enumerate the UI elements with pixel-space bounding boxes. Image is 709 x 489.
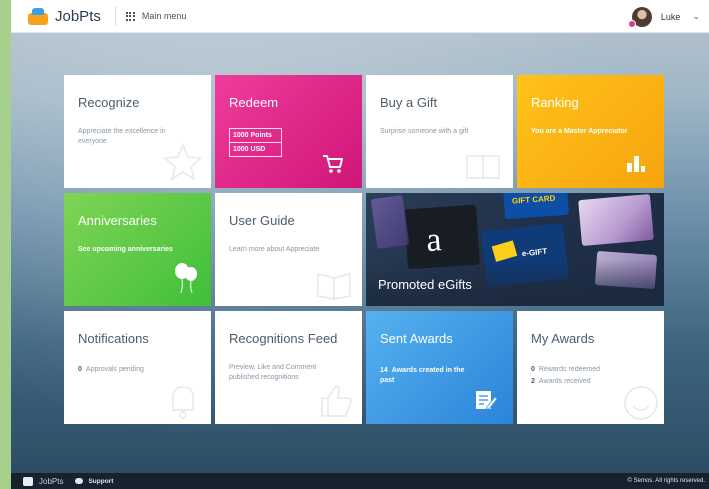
tile-description: Preview, Like and Comment published reco… bbox=[229, 364, 317, 381]
tile-promoted-egifts[interactable]: a e-GIFT GIFT CARD Promoted eGifts bbox=[366, 193, 664, 306]
user-menu[interactable]: Luke ⌄ bbox=[627, 0, 700, 33]
cart-icon bbox=[323, 155, 343, 173]
footer: JobPts Support © Semos. All rights reser… bbox=[11, 473, 709, 489]
tile-title: Recognitions Feed bbox=[229, 331, 338, 346]
thumbs-up-icon bbox=[321, 385, 352, 417]
approvals-count: 0 bbox=[78, 366, 82, 373]
tile-title: Buy a Gift bbox=[380, 95, 438, 110]
awards-received: 2 Awards received bbox=[531, 378, 591, 385]
tile-description: Learn more about Appreciate bbox=[229, 246, 320, 253]
footer-app-name: JobPts bbox=[39, 476, 64, 486]
chevron-down-icon[interactable]: ⌄ bbox=[692, 11, 700, 22]
tile-title: Ranking bbox=[531, 95, 579, 110]
bell-icon bbox=[172, 386, 194, 419]
grid-menu-icon bbox=[125, 11, 135, 21]
redeem-balance: 1000 Points 1000 USD bbox=[229, 128, 282, 157]
star-icon bbox=[163, 143, 203, 181]
tile-sent-awards[interactable]: Sent Awards 14 Awards created in the past bbox=[366, 311, 513, 424]
awards-created-label: Awards created in the past bbox=[380, 367, 465, 384]
tile-anniversaries[interactable]: Anniversaries See upcoming anniversaries bbox=[64, 193, 211, 306]
footer-logo[interactable]: JobPts bbox=[23, 476, 64, 486]
awards-received-count: 2 bbox=[531, 378, 535, 385]
jobpts-logo-icon bbox=[23, 476, 33, 486]
tile-title: My Awards bbox=[531, 331, 595, 346]
tile-title: Sent Awards bbox=[380, 331, 453, 346]
app-logo[interactable]: JobPts bbox=[28, 0, 101, 33]
tile-title: Recognize bbox=[78, 95, 140, 110]
rewards-redeemed-count: 0 bbox=[531, 366, 535, 373]
rewards-redeemed: 0 Rewards redeemed bbox=[531, 366, 600, 373]
user-name: Luke bbox=[660, 11, 681, 22]
balloons-icon bbox=[175, 263, 197, 294]
awards-created: 14 Awards created in the past bbox=[380, 366, 470, 386]
tile-title: Redeem bbox=[229, 95, 279, 110]
approvals-label: Approvals pending bbox=[85, 366, 144, 373]
gift-card-top: GIFT CARD bbox=[502, 193, 570, 220]
edit-note-icon bbox=[476, 391, 497, 410]
awards-created-count: 14 bbox=[380, 367, 388, 374]
tile-recognize[interactable]: Recognize Appreciate the excellence in e… bbox=[64, 75, 211, 188]
notification-badge bbox=[627, 19, 636, 28]
tile-description: Surprise someone with a gift bbox=[380, 128, 469, 135]
app-name: JobPts bbox=[55, 7, 101, 25]
tile-title: Promoted eGifts bbox=[378, 277, 472, 292]
app-window: JobPts Main menu Luke ⌄ Recognize Apprec… bbox=[11, 0, 709, 489]
support-label: Support bbox=[88, 477, 114, 485]
approvals-pending: 0 Approvals pending bbox=[78, 366, 144, 373]
amazon-gift-card-2 bbox=[370, 195, 410, 249]
tile-title: User Guide bbox=[229, 213, 295, 228]
tile-redeem[interactable]: Redeem 1000 Points 1000 USD bbox=[215, 75, 362, 188]
tile-title: Notifications bbox=[78, 331, 149, 346]
chat-bubble-icon bbox=[75, 478, 84, 484]
usd-balance: 1000 USD bbox=[230, 142, 281, 156]
gift-icon bbox=[466, 155, 500, 179]
floral-gift-card bbox=[578, 193, 654, 247]
avatar[interactable] bbox=[627, 6, 652, 28]
support-link[interactable]: Support bbox=[75, 478, 113, 485]
tile-ranking[interactable]: Ranking You are a Master Appreciator bbox=[517, 75, 664, 188]
jobpts-logo-icon bbox=[28, 7, 48, 25]
tile-description: You are a Master Appreciator bbox=[531, 128, 628, 135]
tile-recognitions-feed[interactable]: Recognitions Feed Preview, Like and Comm… bbox=[215, 311, 362, 424]
copyright: © Semos. All rights reserved. bbox=[627, 478, 705, 484]
awards-received-label: Awards received bbox=[538, 378, 591, 385]
points-balance: 1000 Points bbox=[233, 132, 272, 139]
tile-my-awards[interactable]: My Awards 0 Rewards redeemed 2 Awards rece… bbox=[517, 311, 664, 424]
main-menu-label: Main menu bbox=[141, 11, 187, 21]
tile-user-guide[interactable]: User Guide Learn more about Appreciate bbox=[215, 193, 362, 306]
top-bar: JobPts Main menu Luke ⌄ bbox=[11, 0, 709, 33]
tile-description: See upcoming anniversaries bbox=[78, 246, 173, 253]
bar-chart-icon bbox=[627, 156, 645, 172]
main-menu-button[interactable]: Main menu bbox=[125, 11, 187, 21]
rewards-redeemed-label: Rewards redeemed bbox=[538, 366, 600, 373]
smiley-icon bbox=[624, 386, 658, 420]
book-icon bbox=[317, 273, 351, 300]
header-divider bbox=[114, 6, 116, 26]
tile-title: Anniversaries bbox=[78, 213, 157, 228]
tile-notifications[interactable]: Notifications 0 Approvals pending bbox=[64, 311, 211, 424]
tile-buy-gift[interactable]: Buy a Gift Surprise someone with a gift bbox=[366, 75, 513, 188]
